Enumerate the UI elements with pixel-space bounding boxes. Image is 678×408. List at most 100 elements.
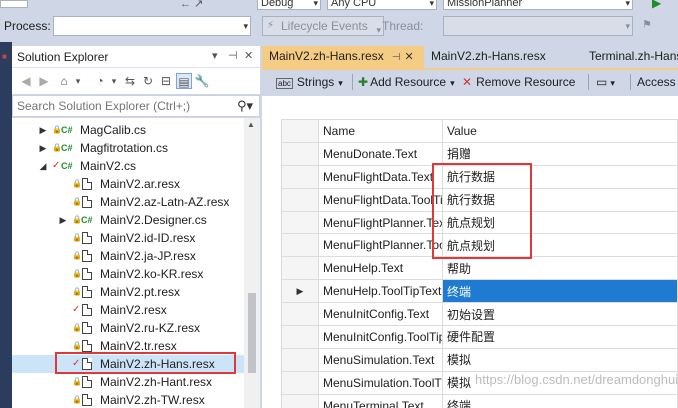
cell-value[interactable]: 终端 (442, 393, 678, 408)
cell-name[interactable]: MenuFlightData.Text (318, 164, 443, 189)
toolbar-icon-strip[interactable] (0, 0, 28, 8)
row-header[interactable] (281, 370, 319, 395)
tree-item-mainv2-designer[interactable]: ▶ 🔒 C# MainV2.Designer.cs (12, 211, 246, 229)
row-header[interactable] (281, 164, 319, 189)
strings-dropdown[interactable]: abc Strings ▾ (276, 73, 343, 91)
row-header[interactable] (281, 302, 319, 327)
table-row[interactable]: MenuInitConfig.ToolTipText硬件配置 (281, 325, 678, 349)
cell-name[interactable]: MenuInitConfig.ToolTipText (318, 325, 443, 349)
tree-item-mainv2-ar[interactable]: 🔒 MainV2.ar.resx (12, 175, 246, 193)
tree-item-mainv2-ru[interactable]: 🔒 MainV2.ru-KZ.resx (12, 319, 246, 337)
cell-name[interactable]: MenuHelp.Text (318, 256, 443, 281)
expand-icon[interactable]: ▶ (38, 139, 48, 157)
flag-icon[interactable]: ⚑ (642, 18, 652, 31)
thread-dropdown[interactable]: ▾ (443, 16, 633, 36)
access-modifier-dropdown[interactable]: Access M (637, 73, 678, 91)
tree-item-mainv2-zh-tw[interactable]: 🔒 MainV2.zh-TW.resx (12, 391, 246, 408)
tree-item-mainv2-id[interactable]: 🔒 MainV2.id-ID.resx (12, 229, 246, 247)
pin-icon[interactable]: ⊣ (228, 49, 238, 62)
cell-name[interactable]: MenuFlightPlanner.ToolTipText (318, 233, 443, 258)
cell-value[interactable]: 捐赠 (442, 141, 678, 166)
cell-name[interactable]: MenuTerminal.Text (318, 393, 443, 408)
search-input[interactable] (17, 98, 227, 114)
expand-icon[interactable]: ▶ (38, 121, 48, 139)
cell-name[interactable]: MenuFlightPlanner.Text (318, 210, 443, 235)
column-header-name[interactable]: Name (318, 119, 443, 143)
cell-value[interactable]: 模拟 (442, 347, 678, 372)
tree-item-label: MainV2.zh-Hant.resx (100, 375, 213, 389)
cell-name[interactable]: MenuSimulation.ToolTipText (318, 370, 443, 395)
row-header[interactable] (281, 325, 319, 349)
strings-label: Strings (296, 75, 335, 89)
scroll-up-icon[interactable]: ▲ (247, 120, 255, 129)
cell-value[interactable]: 硬件配置 (442, 325, 678, 349)
row-header[interactable] (281, 347, 319, 372)
home-dropdown-icon[interactable]: ▾ (70, 73, 86, 89)
table-row[interactable]: MenuHelp.Text 帮助 (281, 256, 678, 281)
cell-value[interactable]: 终端 (442, 279, 678, 304)
row-header-corner[interactable] (281, 119, 319, 143)
collapse-icon[interactable]: ◢ (38, 157, 48, 175)
table-row[interactable]: MenuSimulation.Text 模拟 (281, 347, 678, 372)
tree-item-mainv2-ko[interactable]: 🔒 MainV2.ko-KR.resx (12, 265, 246, 283)
chevron-down-icon: ▾ (610, 78, 615, 88)
collapse-all-icon[interactable]: ⊟ (158, 73, 174, 89)
cell-name[interactable]: MenuHelp.ToolTipText (318, 279, 443, 304)
row-header[interactable] (281, 210, 319, 235)
cell-name[interactable]: MenuFlightData.ToolTipText (318, 187, 443, 212)
cell-name[interactable]: MenuDonate.Text (318, 141, 443, 166)
tree-item-mainv2-zh-hant[interactable]: 🔒 MainV2.zh-Hant.resx (12, 373, 246, 391)
tree-item-mainv2-ja[interactable]: 🔒 MainV2.ja-JP.resx (12, 247, 246, 265)
column-header-value[interactable]: Value (442, 119, 678, 143)
cell-value[interactable]: 帮助 (442, 256, 678, 281)
pin-icon[interactable]: ⊣ (392, 52, 401, 63)
cell-name[interactable]: MenuInitConfig.Text (318, 302, 443, 327)
table-row-selected[interactable]: ▶ MenuHelp.ToolTipText 终端 (281, 279, 678, 304)
tree-item-mainv2-resx[interactable]: ✓ MainV2.resx (12, 301, 246, 319)
close-icon[interactable]: ✕ (244, 49, 253, 62)
tree-item-mainv2-az[interactable]: 🔒 MainV2.az-Latn-AZ.resx (12, 193, 246, 211)
platform-dropdown[interactable]: Any CPU ▾ (327, 0, 437, 10)
close-icon[interactable]: ✕ (404, 51, 413, 63)
table-row[interactable]: MenuInitConfig.Text 初始设置 (281, 302, 678, 327)
scrollbar-thumb[interactable] (248, 293, 256, 373)
properties-icon[interactable]: 🔧 (194, 73, 210, 89)
row-header[interactable] (281, 393, 319, 408)
tab-mainv2-zh-hans-active[interactable]: MainV2.zh-Hans.resx ⊣ ✕ (262, 46, 424, 68)
cell-name[interactable]: MenuSimulation.Text (318, 347, 443, 372)
back-icon[interactable]: ◀ (18, 73, 34, 89)
process-dropdown[interactable]: ▾ (53, 16, 251, 36)
tab-mainv2-zh-hans[interactable]: MainV2.zh-Hans.resx (424, 46, 582, 68)
lifecycle-events-dropdown[interactable]: ⚡ Lifecycle Events ▾ (262, 16, 384, 36)
config-dropdown[interactable]: Debug ▾ (257, 0, 321, 10)
window-position-icon[interactable]: ▾ (212, 49, 218, 62)
row-header[interactable] (281, 233, 319, 258)
sync-icon[interactable]: ⇆ (122, 73, 138, 89)
remove-resource-button[interactable]: ✕ Remove Resource (462, 73, 575, 91)
tree-item-mainv2-cs[interactable]: ◢ ✓ C# MainV2.cs (12, 157, 246, 175)
start-icon[interactable]: ▶ (652, 0, 661, 10)
forward-icon[interactable]: ▶ (36, 73, 52, 89)
startup-project-dropdown[interactable]: MissionPlanner ▾ (443, 0, 633, 10)
show-all-files-icon[interactable]: ▤ (176, 73, 192, 89)
refresh-icon[interactable]: ↻ (140, 73, 156, 89)
row-header[interactable] (281, 256, 319, 281)
nav-icons[interactable]: ← ↗ (180, 0, 203, 10)
row-header-current-icon[interactable]: ▶ (281, 279, 319, 304)
search-icon[interactable]: ⚲▾ (237, 98, 253, 114)
history-dropdown-icon[interactable]: ▾ (106, 73, 122, 89)
expand-icon[interactable]: ▶ (58, 211, 68, 229)
table-row[interactable]: MenuDonate.Text 捐赠 (281, 141, 678, 166)
views-dropdown[interactable]: ▭ ▾ (596, 73, 615, 91)
row-header[interactable] (281, 187, 319, 212)
add-resource-button[interactable]: ✚ Add Resource ▾ (358, 73, 455, 91)
tab-terminal-zh-hans[interactable]: Terminal.zh-Hans (582, 46, 678, 68)
tree-item-mainv2-pt[interactable]: 🔒 MainV2.pt.resx (12, 283, 246, 301)
solution-explorer-scrollbar[interactable]: ▲ (244, 118, 260, 408)
solution-explorer-search[interactable]: ⚲▾ (12, 95, 260, 117)
row-header[interactable] (281, 141, 319, 166)
tree-item-magfitrotation[interactable]: ▶ 🔒 C# Magfitrotation.cs (12, 139, 246, 157)
table-row[interactable]: MenuTerminal.Text 终端 (281, 393, 678, 408)
cell-value[interactable]: 初始设置 (442, 302, 678, 327)
tree-item-magcalib[interactable]: ▶ 🔒 C# MagCalib.cs (12, 121, 246, 139)
